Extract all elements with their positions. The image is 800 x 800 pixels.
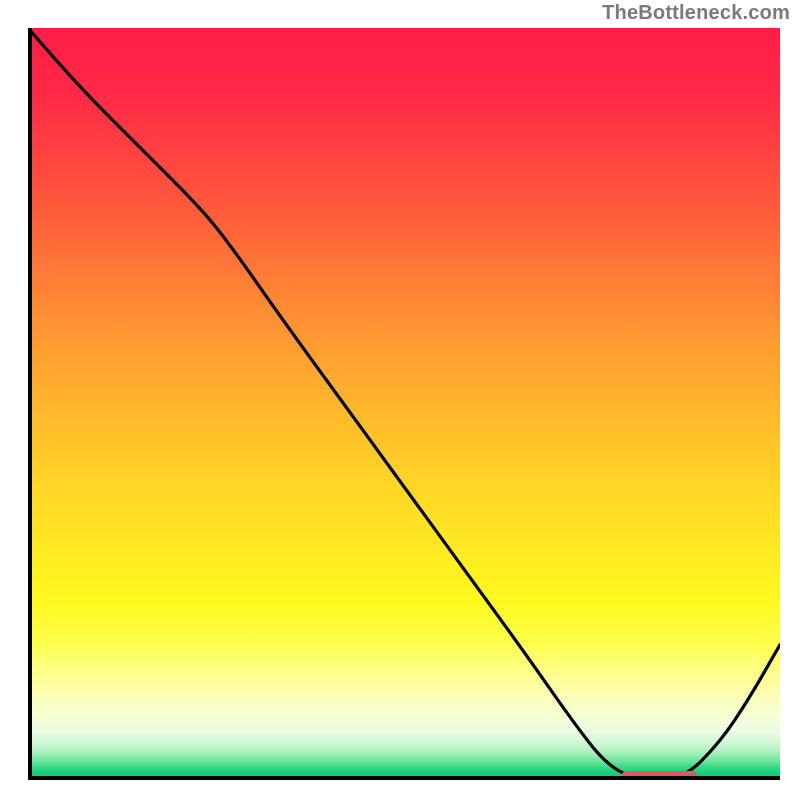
- bottleneck-curve: [28, 28, 780, 780]
- optimal-zone-marker: [622, 771, 697, 779]
- plot-area: [28, 28, 780, 780]
- chart-container: TheBottleneck.com: [0, 0, 800, 800]
- attribution-text: TheBottleneck.com: [602, 2, 790, 25]
